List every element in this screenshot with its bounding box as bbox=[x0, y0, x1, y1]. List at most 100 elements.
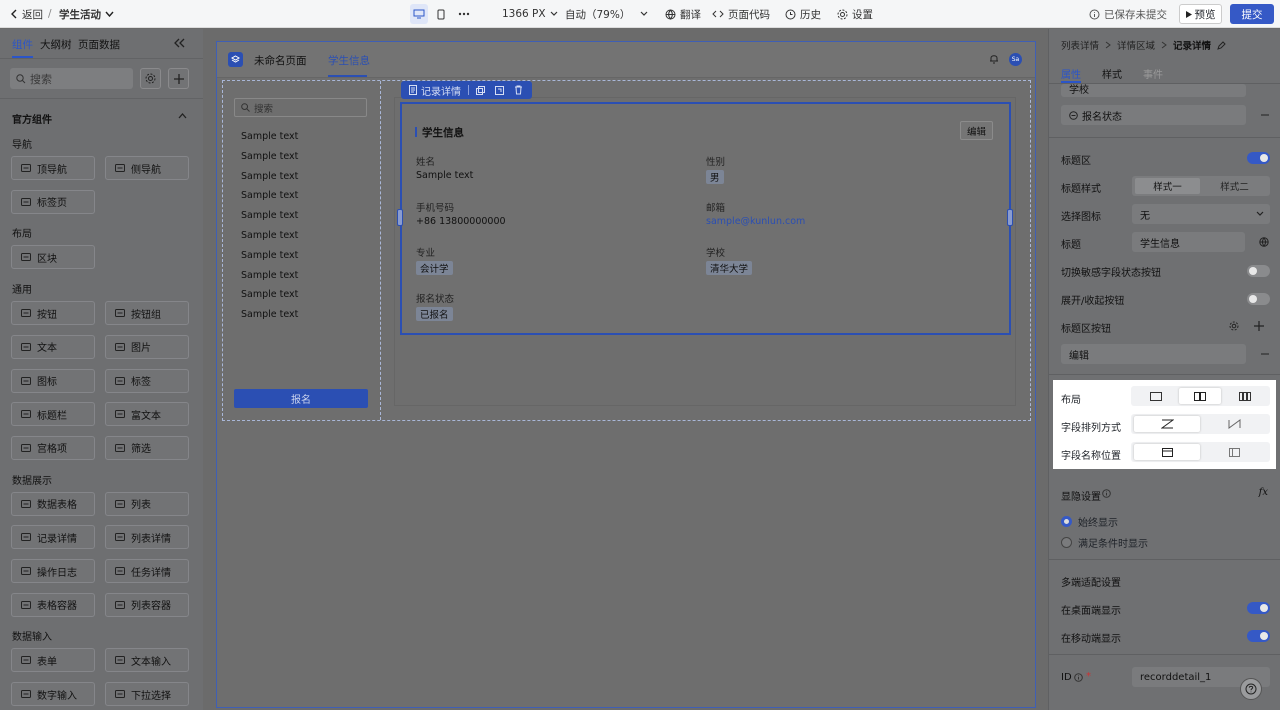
more-button[interactable] bbox=[455, 4, 473, 24]
visibility-option-always[interactable]: 始终显示 bbox=[1061, 514, 1118, 529]
add-component-button[interactable] bbox=[168, 68, 189, 89]
visibility-option-condition[interactable]: 满足条件时显示 bbox=[1061, 535, 1148, 550]
component-item[interactable]: 数据表格 bbox=[11, 491, 95, 516]
component-item[interactable]: 标题栏 bbox=[11, 402, 95, 427]
field-link[interactable]: sample@kunlun.com bbox=[706, 216, 805, 227]
component-settings-button[interactable] bbox=[140, 68, 161, 89]
list-item[interactable]: Sample text bbox=[241, 210, 298, 221]
radio-unchecked[interactable] bbox=[1061, 537, 1072, 548]
edit-pencil-icon[interactable] bbox=[1217, 40, 1226, 50]
component-item[interactable]: 表格容器 bbox=[11, 592, 95, 617]
tab-student-info[interactable]: 学生信息 bbox=[328, 53, 370, 68]
field-item-signup-status[interactable]: 报名状态 bbox=[1061, 105, 1246, 125]
layout-one-column[interactable] bbox=[1134, 388, 1178, 404]
title-area-toggle[interactable] bbox=[1247, 152, 1270, 164]
list-item[interactable]: Sample text bbox=[241, 250, 298, 261]
component-item[interactable]: 数字输入 bbox=[11, 682, 95, 707]
tab-events[interactable]: 事件 bbox=[1143, 66, 1163, 81]
app-switcher[interactable]: 学生活动 bbox=[59, 0, 114, 28]
breadcrumb-item[interactable]: 列表详情 bbox=[1061, 38, 1099, 52]
radio-checked[interactable] bbox=[1061, 516, 1072, 527]
component-item[interactable]: 文本输入 bbox=[105, 648, 189, 673]
remove-icon[interactable] bbox=[1261, 114, 1269, 116]
mobile-display-toggle[interactable] bbox=[1247, 630, 1270, 642]
resize-handle-right[interactable] bbox=[1007, 209, 1013, 226]
component-item[interactable]: 顶导航 bbox=[11, 156, 95, 180]
field-order-vertical[interactable] bbox=[1201, 416, 1267, 432]
title-button-item[interactable]: 编辑 bbox=[1061, 344, 1246, 364]
resize-handle-left[interactable] bbox=[397, 209, 403, 226]
bell-icon[interactable] bbox=[989, 53, 999, 64]
component-item[interactable]: 标签页 bbox=[11, 189, 95, 214]
component-item[interactable]: 筛选 bbox=[105, 435, 189, 460]
edit-button[interactable]: 编辑 bbox=[960, 121, 993, 140]
zoom-select[interactable]: 自动（79%） bbox=[565, 0, 648, 28]
list-item[interactable]: Sample text bbox=[241, 131, 298, 142]
tab-style[interactable]: 样式 bbox=[1102, 66, 1122, 81]
component-item[interactable]: 按钮 bbox=[11, 301, 95, 326]
width-select[interactable]: 1366 PX bbox=[502, 0, 558, 28]
component-item[interactable]: 标签 bbox=[105, 368, 189, 393]
field-name-left[interactable] bbox=[1201, 444, 1267, 460]
tab-outline[interactable]: 大纲树 bbox=[40, 37, 72, 52]
copy-icon[interactable] bbox=[476, 85, 485, 95]
layout-two-columns[interactable] bbox=[1179, 388, 1221, 404]
preview-button[interactable]: 预览 bbox=[1179, 4, 1222, 24]
desktop-view-button[interactable] bbox=[410, 4, 428, 24]
field-item-school[interactable]: 学校 bbox=[1061, 84, 1246, 97]
component-item[interactable]: 列表容器 bbox=[105, 592, 189, 617]
component-item[interactable]: 富文本 bbox=[105, 402, 189, 427]
component-item[interactable]: 列表 bbox=[105, 491, 189, 516]
translate-button[interactable]: 翻译 bbox=[665, 0, 701, 28]
title-style-option-1[interactable]: 样式一 bbox=[1135, 178, 1200, 194]
formula-button[interactable]: fx bbox=[1259, 487, 1268, 498]
gear-icon[interactable] bbox=[1229, 321, 1239, 331]
list-item[interactable]: Sample text bbox=[241, 230, 298, 241]
component-item[interactable]: 表单 bbox=[11, 648, 95, 673]
list-item[interactable]: Sample text bbox=[241, 309, 298, 320]
collapse-panel-icon[interactable] bbox=[174, 38, 185, 48]
list-item[interactable]: Sample text bbox=[241, 270, 298, 281]
component-item[interactable]: 任务详情 bbox=[105, 559, 189, 583]
icon-select[interactable]: 无 bbox=[1132, 204, 1270, 224]
component-item[interactable]: 列表详情 bbox=[105, 525, 189, 550]
field-name-top[interactable] bbox=[1134, 444, 1200, 460]
list-item[interactable]: Sample text bbox=[241, 190, 298, 201]
globe-icon[interactable] bbox=[1259, 237, 1269, 247]
avatar[interactable]: Sa bbox=[1009, 53, 1022, 66]
tab-properties[interactable]: 属性 bbox=[1061, 66, 1081, 81]
list-item[interactable]: Sample text bbox=[241, 151, 298, 162]
layout-three-columns[interactable] bbox=[1223, 388, 1267, 404]
tab-components[interactable]: 组件 bbox=[12, 37, 33, 58]
back-button[interactable]: 返回 bbox=[10, 0, 43, 28]
settings-button[interactable]: 设置 bbox=[837, 0, 873, 28]
duplicate-icon[interactable] bbox=[495, 85, 504, 95]
list-item[interactable]: Sample text bbox=[241, 171, 298, 182]
mobile-view-button[interactable] bbox=[433, 4, 449, 24]
expand-toggle[interactable] bbox=[1247, 293, 1270, 305]
record-detail-card[interactable]: 学生信息 编辑 姓名 Sample text 性别男手机号码 +86 13800000… bbox=[397, 102, 1013, 335]
tab-page-data[interactable]: 页面数据 bbox=[78, 37, 120, 52]
title-style-option-2[interactable]: 样式二 bbox=[1202, 178, 1267, 194]
breadcrumb-item[interactable]: 详情区域 bbox=[1117, 38, 1155, 52]
help-icon[interactable] bbox=[1240, 678, 1262, 700]
component-item[interactable]: 操作日志 bbox=[11, 559, 95, 583]
component-item[interactable]: 下拉选择 bbox=[105, 682, 189, 707]
desktop-display-toggle[interactable] bbox=[1247, 602, 1270, 614]
component-search-input[interactable]: 搜索 bbox=[10, 68, 133, 89]
component-item[interactable]: 宫格项 bbox=[11, 435, 95, 460]
history-button[interactable]: 历史 bbox=[785, 0, 821, 28]
component-item[interactable]: 记录详情 bbox=[11, 525, 95, 550]
signup-button[interactable]: 报名 bbox=[234, 389, 368, 408]
page-code-button[interactable]: 页面代码 bbox=[712, 0, 770, 28]
component-item[interactable]: 侧导航 bbox=[105, 156, 189, 180]
side-search-input[interactable]: 搜索 bbox=[234, 98, 367, 117]
field-order-horizontal[interactable] bbox=[1134, 416, 1200, 432]
delete-icon[interactable] bbox=[514, 85, 523, 95]
sensitive-toggle[interactable] bbox=[1247, 265, 1270, 277]
plus-icon[interactable] bbox=[1254, 321, 1264, 331]
submit-button[interactable]: 提交 bbox=[1230, 4, 1274, 24]
chevron-up-icon[interactable] bbox=[178, 113, 187, 119]
component-item[interactable]: 按钮组 bbox=[105, 301, 189, 326]
component-item[interactable]: 图片 bbox=[105, 334, 189, 359]
